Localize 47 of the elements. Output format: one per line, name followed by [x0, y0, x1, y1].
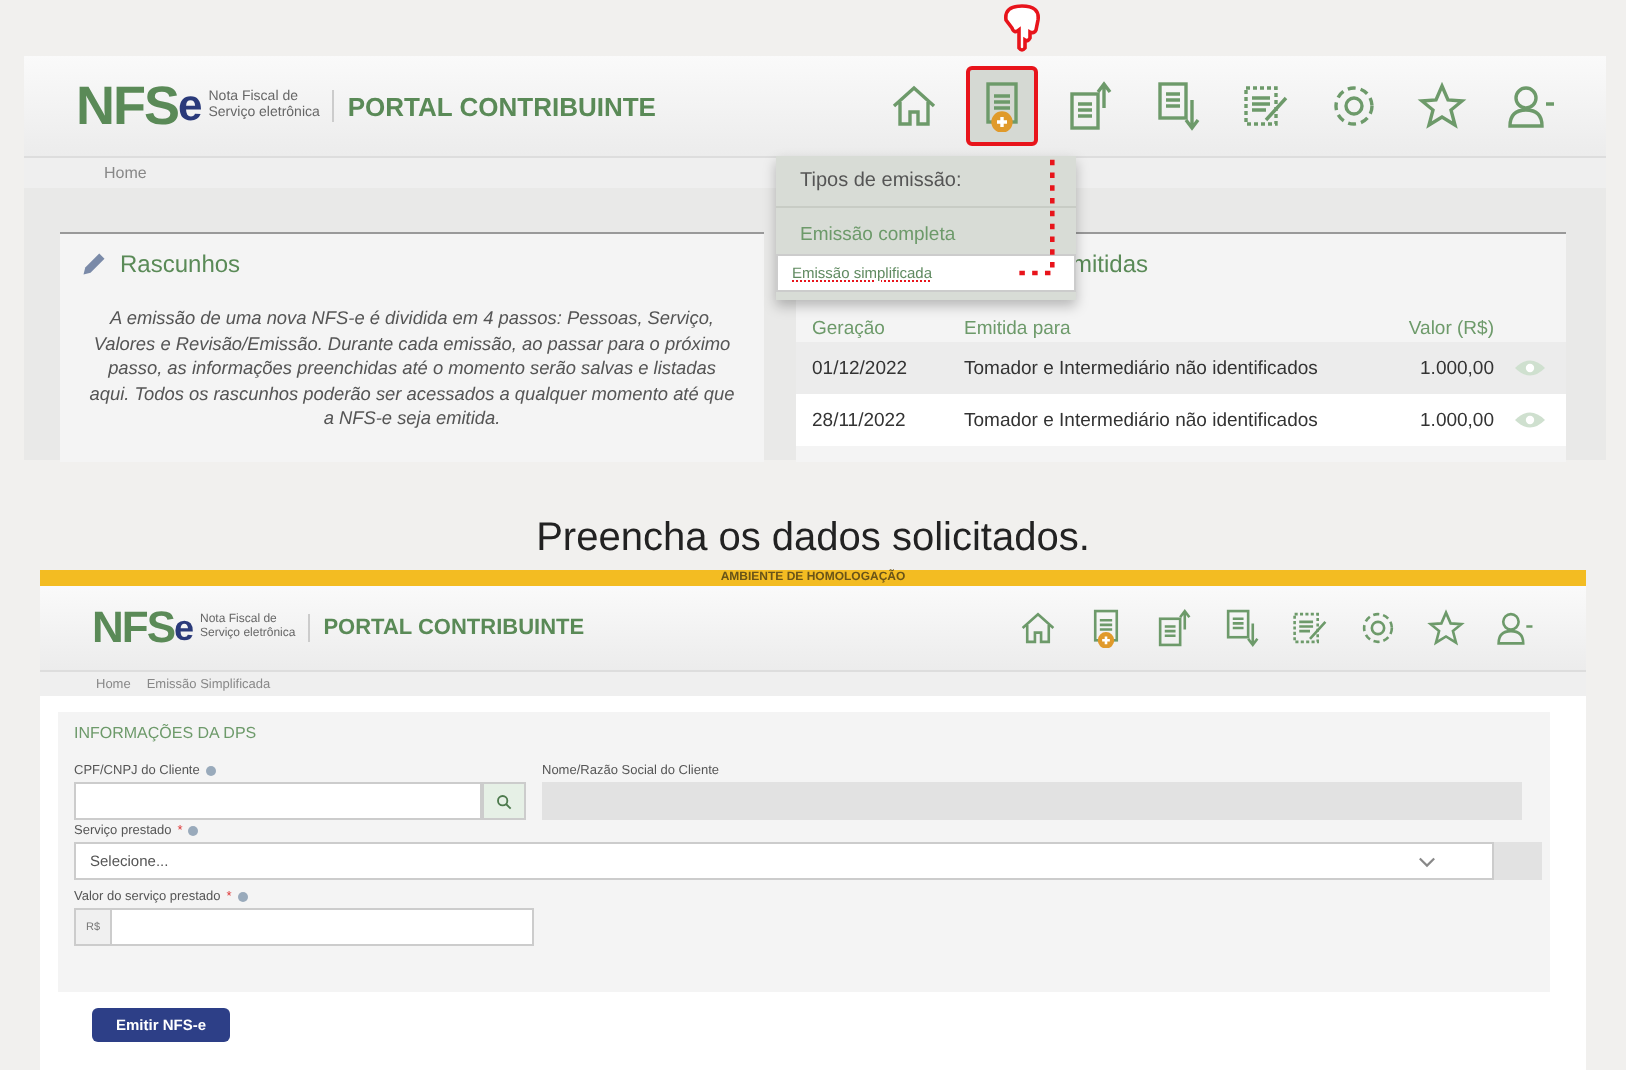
section-title: INFORMAÇÕES DA DPS	[74, 724, 259, 742]
logo-text: e	[178, 80, 203, 132]
select-addon	[1494, 842, 1542, 880]
column-header: Emitida para	[962, 317, 1073, 339]
table-cell-text: 28/11/2022	[812, 409, 908, 431]
help-icon[interactable]	[205, 766, 216, 776]
panel-title: Rascunhos	[120, 250, 241, 278]
table-cell-text: 1.000,00	[1418, 409, 1494, 431]
portal-title: PORTAL CONTRIBUINTE	[347, 91, 656, 121]
menu-title: Tipos de emissão:	[776, 156, 1076, 208]
logo-text: NFS	[92, 602, 174, 654]
table-cell-text: 1.000,00	[1418, 357, 1494, 379]
help-icon[interactable]	[237, 892, 248, 902]
toolbar-button[interactable]	[966, 66, 1038, 146]
help-icon[interactable]	[188, 826, 199, 836]
user-icon	[1493, 608, 1533, 648]
logo-text: NFS	[76, 75, 178, 137]
breadcrumb-link[interactable]: Home	[104, 164, 147, 182]
search-icon	[496, 793, 512, 809]
pointing-hand-icon	[1000, 0, 1044, 52]
download-icon	[1152, 80, 1204, 132]
portal-title: PORTAL CONTRIBUINTE	[323, 616, 585, 640]
gear-icon	[1357, 608, 1397, 648]
logo-text: e	[174, 607, 195, 649]
table-cell-text: 01/12/2022	[812, 357, 910, 379]
upload-icon	[1153, 608, 1193, 648]
star-icon	[1425, 608, 1465, 648]
edit-icon	[1240, 80, 1292, 132]
pencil-icon	[80, 250, 108, 278]
drafts-description: A emissão de uma nova NFS-e é dividida em 4 passos: Pessoas, Serviço, Valores e Revisão/Emissão. Durante cada emissão, ao passar para o próximo passo, as informações preenchidas até o momento serão salvas e listadas aqui. Todos os rascunhos poderão ser acessados a qualquer momento até que a NFS-e seja emitida.	[88, 306, 736, 432]
star-icon	[1416, 80, 1468, 132]
column-header: Valor (R$)	[1406, 317, 1494, 339]
home-icon	[1017, 608, 1057, 648]
column-header: Geração	[812, 317, 887, 339]
home-icon	[888, 80, 940, 132]
table-cell-text: Tomador e Intermediário não identificados	[962, 409, 1320, 431]
input-field[interactable]	[74, 782, 482, 820]
table-cell-text: Tomador e Intermediário não identificados	[962, 357, 1320, 379]
search-button[interactable]	[482, 782, 526, 820]
upload-icon	[1064, 80, 1116, 132]
user-icon	[1504, 80, 1556, 132]
gear-icon	[1328, 80, 1380, 132]
download-icon	[1221, 608, 1261, 648]
chevron-down-icon	[1418, 855, 1436, 867]
menu-item[interactable]: Emissão completa	[776, 216, 1076, 254]
edit-icon	[1289, 608, 1329, 648]
caption: Preencha os dados solicitados.	[534, 516, 1092, 564]
